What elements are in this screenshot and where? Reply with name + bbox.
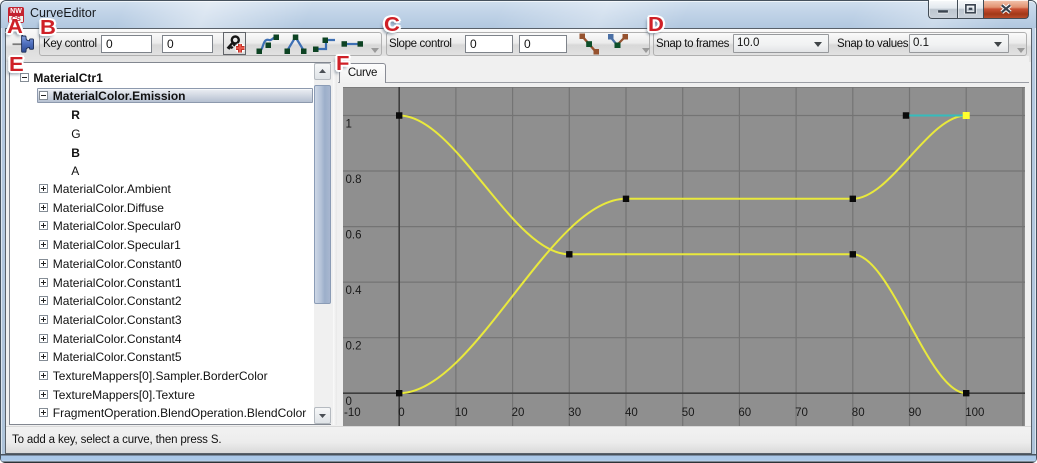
- svg-text:-10: -10: [344, 407, 361, 419]
- svg-text:40: 40: [625, 407, 638, 419]
- svg-text:50: 50: [682, 407, 695, 419]
- svg-text:0: 0: [398, 407, 404, 419]
- svg-text:1: 1: [346, 119, 352, 131]
- svg-text:0.2: 0.2: [346, 341, 362, 353]
- svg-text:60: 60: [738, 407, 751, 419]
- svg-text:20: 20: [512, 407, 525, 419]
- svg-text:0.4: 0.4: [346, 285, 363, 297]
- svg-text:100: 100: [965, 407, 984, 419]
- svg-text:10: 10: [455, 407, 468, 419]
- svg-text:70: 70: [795, 407, 808, 419]
- svg-text:90: 90: [909, 407, 922, 419]
- svg-text:80: 80: [852, 407, 865, 419]
- svg-text:0.6: 0.6: [346, 230, 362, 242]
- svg-text:30: 30: [568, 407, 581, 419]
- svg-text:0.8: 0.8: [346, 174, 362, 186]
